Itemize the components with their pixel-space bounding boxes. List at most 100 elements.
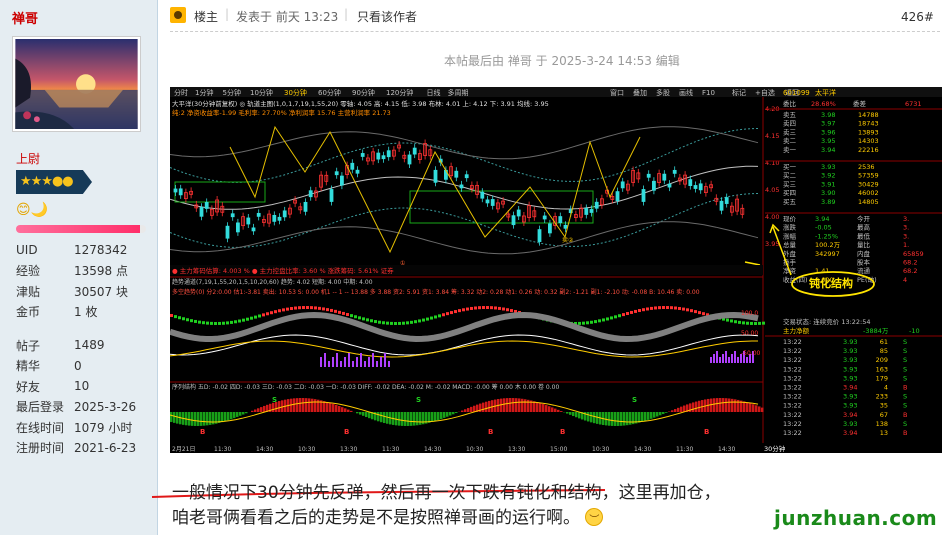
time-tick: 10:30 [592,446,609,453]
macd-bar [521,398,524,412]
tick-side: B [903,411,907,419]
username[interactable]: 禅哥 [12,8,38,27]
stat-label: 津贴 [16,284,41,299]
candle-body [511,215,516,226]
macd-bar [557,409,560,412]
tick-price: 3.94 [843,411,857,419]
trend-dot [250,316,253,320]
quote-value: 1. [903,241,909,249]
trend-dot [242,318,245,322]
ind-bar [731,354,733,363]
candle-body [334,171,339,176]
macd-bar [662,412,665,415]
stat-value: 2021-6-23 [74,440,137,455]
order-volume: 2536 [858,163,875,171]
quote-label: 内盘 [857,249,871,258]
macd-bar [251,410,254,412]
macd-bar [734,399,737,412]
macd-bar [536,402,539,412]
macd-bar [470,406,473,412]
macd-bar [227,412,230,421]
macd-bar [263,405,266,412]
macd-bar [524,399,527,412]
user-rank[interactable]: 上尉 [16,150,40,167]
quote-value: 3.94 [815,215,829,223]
trend-dot [510,309,513,313]
trend-dot [646,307,649,311]
macd-bar [518,398,521,412]
weicha-label: 委差 [853,99,867,108]
macd-bar [467,408,470,412]
trend-dot [578,321,581,325]
macd-bar [512,398,515,412]
macd-bar [761,407,764,412]
macd-bar [758,406,761,412]
macd-bar [590,412,593,423]
tick-price: 3.93 [843,393,857,401]
trend-dot [202,321,205,325]
stat-row: 经验 13598 点 [16,261,128,282]
trend-dot [726,318,729,322]
trend-dot [502,307,505,311]
macd-bar [194,412,197,426]
macd-bar [356,412,359,414]
tick-volume: 138 [876,420,888,428]
trend-dot [298,306,301,310]
toolbar-tab: 5分钟 [223,88,241,97]
quote-label: 涨跌 [783,223,797,232]
macd-bar [257,408,260,412]
time-tick: 11:30 [382,446,399,453]
order-price: 3.94 [821,146,835,154]
macd-bar [236,412,239,417]
macd-bar [401,412,404,426]
order-price: 3.93 [821,163,835,171]
trend-dot [342,311,345,315]
floor-number[interactable]: 426# [901,10,934,24]
trend-dot [762,321,765,325]
host-icon [170,7,186,23]
macd-bar [347,409,350,412]
macd-bar [200,412,203,426]
medal-icons[interactable]: 😊🌙 [16,202,48,218]
order-label: 买四 [783,189,796,197]
order-label: 卖三 [783,128,797,136]
price-tick: 4.05 [765,186,779,194]
time-tick: 13:30 [508,446,525,453]
time-tick: 2月21日 [172,446,195,453]
avatar[interactable] [12,36,141,132]
order-volume: 14805 [858,198,879,206]
watermark: junzhuan.com [774,506,938,530]
macd-bar [407,412,410,426]
stat-value: 1079 小时 [74,420,133,435]
ind-line-yellow [170,340,758,358]
smile-icon [585,508,604,526]
macd-bar [593,412,596,424]
tick-time: 13:22 [783,420,802,428]
trend-dot [186,318,189,322]
macd-bar [242,412,245,415]
weicha-value: 6731 [905,100,922,108]
macd-bar [239,412,242,416]
trend-dot [222,321,225,325]
stock-chart-image[interactable]: 分时 1分钟 5分钟 10分钟 30分钟 60分钟 90分钟 120分钟 日线 多周期 窗口 叠加 多股… [170,87,942,453]
indicator2-title: 多空趋势(0) 分2:0.00 估1:-3.81 卖出: 10.53 S: 0.… [172,288,700,296]
trend-dot [630,310,633,314]
trend-dot [602,318,605,322]
candle-body [225,225,230,239]
tick-side: S [903,393,907,401]
trend-dot [218,321,221,325]
candle-body [329,189,334,202]
quote-value: 4 [903,276,907,284]
candle-body [589,209,594,213]
macd-bar [188,412,191,426]
only-author-link[interactable]: 只看该作者 [357,8,417,25]
trend-dot [350,314,353,318]
macd-bar [365,412,368,418]
ind-bar [348,353,350,367]
toolbar-tab: 1分钟 [195,88,213,97]
tick-time: 13:22 [783,347,802,355]
macd-bar [326,401,329,412]
macd-bar [614,412,617,426]
trend-dot [294,306,297,310]
candle-body [433,169,438,183]
